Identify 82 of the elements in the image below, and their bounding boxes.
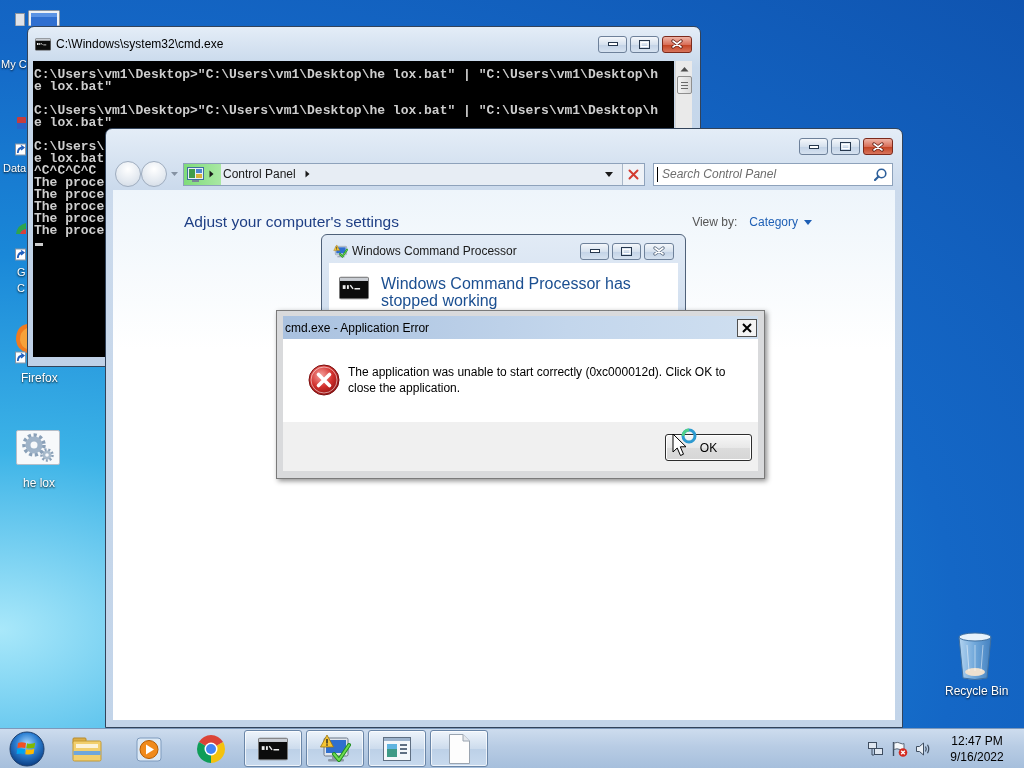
- close-button[interactable]: [737, 318, 757, 337]
- dialog-title: cmd.exe - Application Error: [285, 319, 430, 337]
- minimize-icon: [589, 249, 600, 253]
- browser-icon: [195, 732, 227, 765]
- console-line: The proce: [34, 201, 105, 213]
- icon-label: G: [17, 265, 26, 280]
- console-line: C:\Users\vm1\Desktop>"C:\Users\vm1\Desktop\he lox.bat" | "C:\Users\vm1\Desktop\h: [34, 69, 659, 81]
- console-line: The proce: [34, 213, 105, 225]
- minimize-button[interactable]: [799, 138, 828, 155]
- console-line: The proce: [34, 189, 105, 201]
- page-heading: Adjust your computer's settings: [184, 212, 399, 232]
- shortcut-icon: [14, 117, 27, 157]
- taskbar-button[interactable]: [244, 730, 302, 767]
- chevron-icon[interactable]: [209, 170, 214, 178]
- icon-label: he lox: [23, 475, 56, 491]
- minimize-button[interactable]: [580, 242, 609, 260]
- icon-label: C: [17, 281, 26, 296]
- dialog-heading: Windows Command Processor has stopped working: [381, 275, 632, 309]
- console-icon: [35, 37, 51, 51]
- start-button[interactable]: [7, 728, 47, 768]
- error-message: The application was unable to start correctly (0xc000012d). Click OK to close the application.: [348, 364, 727, 396]
- console-line: C:\Users\vm1\Desktop>"C:\Users\vm1\Desktop\he lox.bat" | "C:\Users\vm1\Desktop\h: [34, 105, 659, 117]
- maximize-icon: [639, 39, 650, 49]
- close-icon: [742, 322, 752, 333]
- close-icon: [872, 141, 884, 152]
- caret-icon: [804, 219, 812, 225]
- search-field[interactable]: Search Control Panel: [653, 162, 893, 186]
- close-button[interactable]: [863, 138, 893, 155]
- start-orb-icon: [9, 730, 45, 767]
- caret-icon[interactable]: [605, 171, 613, 177]
- computer-icon: [15, 10, 60, 26]
- window-title: Windows Command Processor: [352, 243, 517, 260]
- chevron-icon[interactable]: [304, 170, 310, 178]
- clock-date[interactable]: 9/16/2022: [950, 748, 1004, 765]
- stop-button[interactable]: [622, 163, 644, 185]
- clock-time[interactable]: 12:47 PM: [951, 732, 1003, 749]
- document-icon: [446, 732, 472, 765]
- scrollbar-thumb[interactable]: [676, 76, 692, 94]
- network-icon[interactable]: [867, 740, 884, 757]
- icon-label: Data: [3, 161, 27, 176]
- monitor-warning-icon: [333, 243, 348, 259]
- console-line: ^C^C^C^C: [34, 165, 97, 177]
- scroll-up-icon[interactable]: [679, 66, 689, 72]
- console-line: e lox.bat": [34, 81, 112, 93]
- console-line: The proce: [34, 177, 105, 189]
- console-line: e lox.bat: [34, 153, 105, 165]
- minimize-icon: [607, 42, 618, 46]
- console-line: The proce: [34, 225, 105, 237]
- maximize-button[interactable]: [630, 35, 659, 53]
- close-button[interactable]: [662, 35, 692, 53]
- icon-label: Firefox: [21, 370, 58, 386]
- shortcut-icon: [14, 222, 27, 262]
- error-icon: [308, 364, 340, 396]
- icon-label: My C: [1, 57, 27, 72]
- speaker-icon[interactable]: [915, 740, 932, 757]
- maximize-icon: [621, 246, 632, 256]
- flag-alert-icon[interactable]: [891, 740, 908, 757]
- close-icon: [653, 246, 665, 256]
- address-bar[interactable]: Control Panel: [183, 162, 645, 186]
- minimize-button[interactable]: [598, 35, 627, 53]
- window-icon: [381, 734, 413, 763]
- cross-icon: [628, 168, 639, 180]
- trash-bin-icon: [955, 631, 995, 681]
- view-by-dropdown[interactable]: Category: [749, 213, 812, 231]
- close-icon: [671, 39, 683, 49]
- console-icon: [339, 276, 369, 300]
- view-by-label: View by:: [692, 214, 738, 231]
- maximize-button[interactable]: [831, 138, 860, 155]
- ok-button[interactable]: OK: [665, 434, 752, 461]
- search-icon[interactable]: [874, 167, 887, 181]
- window-title: C:\Windows\system32\cmd.exe: [56, 36, 224, 53]
- maximize-icon: [840, 142, 851, 151]
- icon-label: Recycle Bin: [945, 683, 1009, 699]
- maximize-button[interactable]: [612, 242, 641, 260]
- console-line: e lox.bat": [34, 117, 112, 129]
- minimize-icon: [808, 144, 819, 149]
- monitor-warning-icon: [319, 732, 351, 765]
- console-icon: [258, 736, 288, 761]
- breadcrumb[interactable]: Control Panel: [223, 165, 296, 183]
- window-icon: [187, 166, 204, 182]
- gear-icon: [16, 430, 60, 465]
- console-line: C:\Users\: [34, 141, 105, 153]
